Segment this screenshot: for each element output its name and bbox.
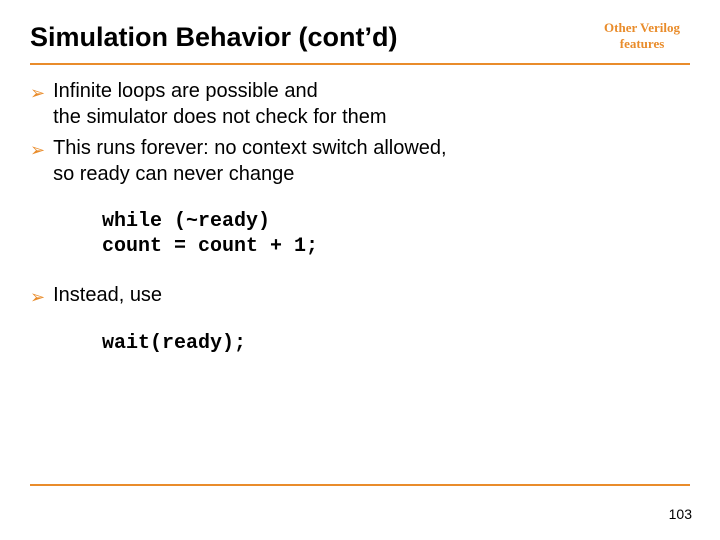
bullet-text: Instead, use [53,283,690,309]
slide-title: Simulation Behavior (cont’d) [30,22,398,53]
bullet-item: ➢ This runs forever: no context switch a… [30,136,690,187]
slide-body: ➢ Infinite loops are possible and the si… [30,79,690,356]
bullet-arrow-icon: ➢ [30,82,45,105]
bullet-text: Infinite loops are possible and the simu… [53,79,690,130]
bullet-arrow-icon: ➢ [30,139,45,162]
bullet-line: Infinite loops are possible and [53,80,318,102]
section-tag-line2: features [620,36,665,51]
page-number: 103 [669,506,692,522]
bullet-line: This runs forever: no context switch all… [53,137,447,159]
code-block: while (~ready) count = count + 1; [102,209,690,259]
section-tag: Other Verilog features [604,20,680,51]
divider-bottom [30,484,690,486]
slide: Simulation Behavior (cont’d) Other Veril… [0,0,720,540]
bullet-line: so ready can never change [53,163,294,185]
bullet-item: ➢ Instead, use [30,283,690,309]
header-row: Simulation Behavior (cont’d) Other Veril… [30,18,690,53]
bullet-text: This runs forever: no context switch all… [53,136,690,187]
bullet-arrow-icon: ➢ [30,286,45,309]
section-tag-line1: Other Verilog [604,20,680,35]
divider-top [30,63,690,65]
bullet-line: the simulator does not check for them [53,106,387,128]
code-block: wait(ready); [102,331,690,356]
bullet-item: ➢ Infinite loops are possible and the si… [30,79,690,130]
